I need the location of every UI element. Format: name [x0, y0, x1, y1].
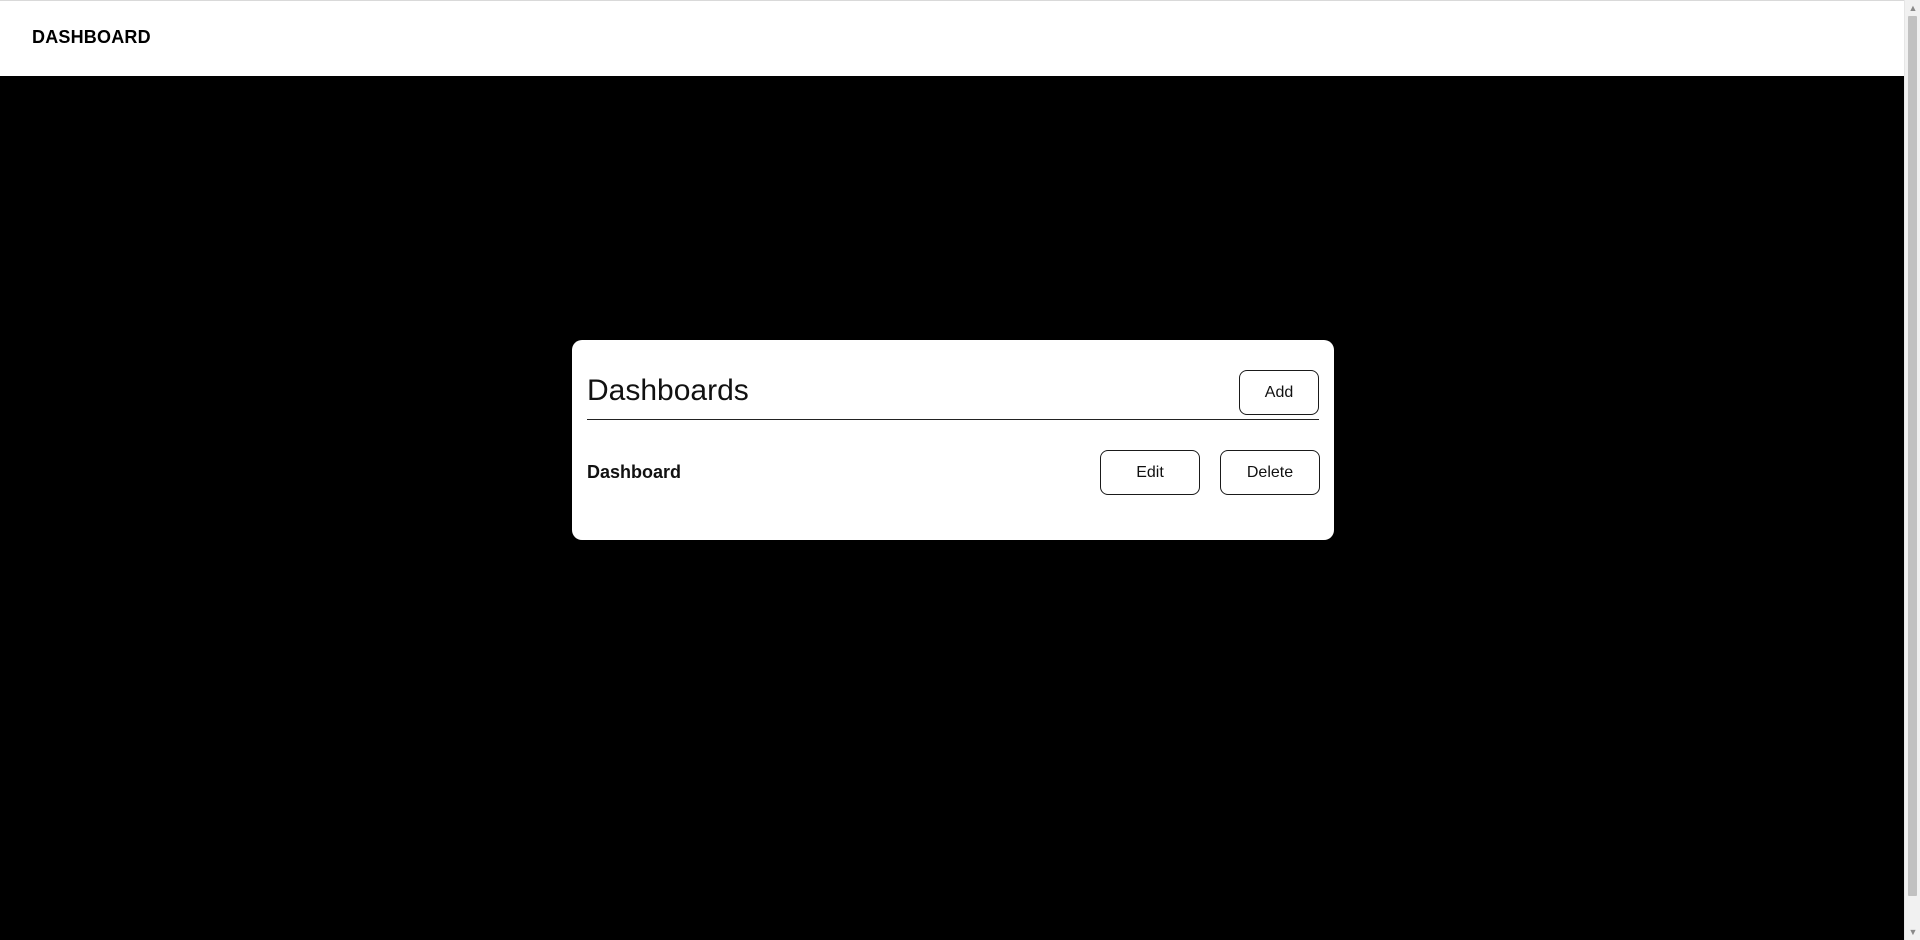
scrollbar-thumb[interactable]: [1908, 16, 1917, 896]
chevron-up-icon[interactable]: ▲: [1905, 0, 1920, 16]
dashboard-list-item: Dashboard Edit Delete: [587, 450, 1320, 495]
delete-dashboard-button[interactable]: Delete: [1220, 450, 1320, 495]
add-dashboard-button[interactable]: Add: [1239, 370, 1319, 415]
edit-dashboard-button[interactable]: Edit: [1100, 450, 1200, 495]
panel-header: Dashboards Add: [587, 370, 1319, 420]
top-nav-bar: DASHBOARD: [0, 0, 1904, 76]
vertical-scrollbar[interactable]: ▲ ▼: [1904, 0, 1920, 940]
app-window: DASHBOARD Dashboards Add Dashboard Edit …: [0, 0, 1920, 940]
dashboard-name: Dashboard: [587, 462, 682, 482]
dashboards-panel: Dashboards Add Dashboard Edit Delete: [572, 340, 1334, 540]
brand-home-link[interactable]: DASHBOARD: [32, 27, 151, 48]
chevron-down-icon[interactable]: ▼: [1905, 924, 1920, 940]
panel-title: Dashboards: [587, 374, 749, 407]
